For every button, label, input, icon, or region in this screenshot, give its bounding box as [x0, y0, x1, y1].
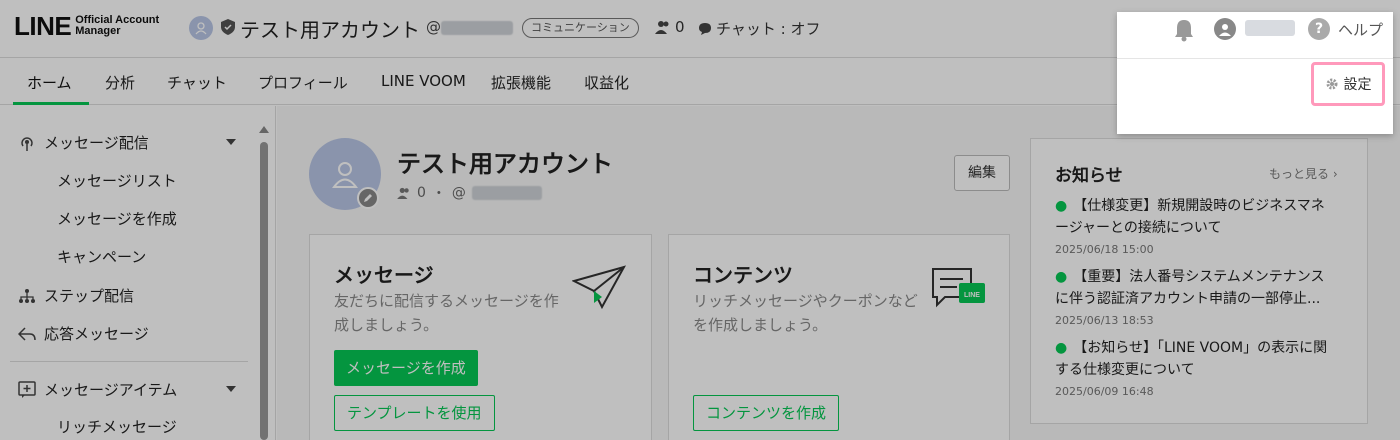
- help-link[interactable]: ? ヘルプ: [1308, 18, 1383, 40]
- reply-icon: [18, 326, 36, 341]
- news-item[interactable]: ● 【仕様変更】新規開設時のビジネスマネ ージャーとの接続について: [1055, 195, 1355, 239]
- news-item[interactable]: ● 【お知らせ】「LINE VOOM」の表示に関 する仕様変更について: [1055, 337, 1355, 381]
- broadcast-icon: [21, 136, 33, 151]
- news-title: お知らせ: [1055, 166, 1123, 186]
- popup-divider: [1117, 58, 1393, 59]
- card-description-line1: 友だちに配信するメッセージを作: [334, 292, 559, 310]
- edit-avatar-pencil-icon[interactable]: [357, 187, 379, 209]
- message-card: メッセージ 友だちに配信するメッセージを作 成しましょう。 メッセージを作成 テ…: [309, 234, 652, 440]
- settings-button[interactable]: 設定: [1311, 62, 1385, 106]
- bell-icon[interactable]: [1173, 18, 1195, 42]
- line-oa-logo[interactable]: LINE Official Account Manager: [14, 13, 175, 39]
- card-title: メッセージ: [334, 263, 434, 287]
- account-name[interactable]: テスト用アカウント: [240, 14, 420, 43]
- chat-content-icon: LINE: [932, 268, 985, 308]
- account-avatar-icon[interactable]: [189, 16, 213, 40]
- friend-count: 0: [655, 18, 685, 36]
- plan-badge: コミュニケーション: [522, 18, 639, 38]
- news-date: 2025/06/13 18:53: [1055, 314, 1154, 327]
- edit-profile-button[interactable]: 編集: [954, 155, 1010, 191]
- card-title: コンテンツ: [693, 263, 793, 287]
- svg-text:LINE: LINE: [964, 292, 980, 299]
- sidebar-item-message-list[interactable]: メッセージリスト: [57, 170, 177, 191]
- sidebar-item-create-message[interactable]: メッセージを作成: [57, 208, 177, 229]
- logo-subtitle: Official Account Manager: [75, 14, 160, 37]
- user-avatar-icon[interactable]: [1214, 18, 1236, 40]
- card-description-line1: リッチメッセージやクーポンなど: [693, 292, 918, 310]
- card-description-line2: 成しましょう。: [334, 316, 439, 334]
- sidebar-item-rich-message[interactable]: リッチメッセージ: [57, 416, 177, 437]
- tab-analytics[interactable]: 分析: [105, 72, 135, 93]
- user-silhouette-icon: [332, 162, 358, 188]
- news-date: 2025/06/18 15:00: [1055, 243, 1154, 256]
- sidebar-item-step-delivery[interactable]: ステップ配信: [18, 285, 134, 306]
- content-card: コンテンツ リッチメッセージやクーポンなど を作成しましょう。 LINE コンテ…: [668, 234, 1010, 440]
- tab-home[interactable]: ホーム: [27, 72, 72, 93]
- sidebar-item-auto-response[interactable]: 応答メッセージ: [18, 323, 149, 344]
- help-icon: ?: [1308, 18, 1330, 40]
- tab-line-voom[interactable]: LINE VOOM: [381, 72, 466, 90]
- add-message-icon: [18, 380, 36, 398]
- profile-meta: 0 ・ @: [397, 183, 542, 203]
- shield-icon: [221, 19, 235, 35]
- header-dropdown-popup: ? ヘルプ 設定: [1117, 12, 1393, 134]
- chevron-right-icon: ›: [1332, 167, 1338, 181]
- news-panel: お知らせ もっと見る › ● 【仕様変更】新規開設時のビジネスマネ ージャーとの接続…: [1030, 138, 1368, 424]
- chevron-down-icon[interactable]: [226, 139, 236, 145]
- people-icon: [397, 187, 409, 199]
- active-tab-indicator: [13, 102, 89, 105]
- logo-line-text: LINE: [14, 11, 72, 41]
- chat-status[interactable]: チャット : オフ: [698, 18, 820, 39]
- hierarchy-icon: [19, 288, 35, 303]
- paper-plane-icon: [572, 265, 627, 310]
- news-item[interactable]: ● 【重要】法人番号システムメンテナンス に伴う認証済アカウント申請の一部停止...: [1055, 266, 1355, 310]
- account-id: @: [426, 18, 513, 36]
- news-date: 2025/06/09 16:48: [1055, 385, 1154, 398]
- see-more-link[interactable]: もっと見る ›: [1269, 165, 1338, 182]
- people-icon: [655, 21, 669, 34]
- scroll-up-arrow-icon[interactable]: [259, 126, 269, 133]
- sidebar: メッセージ配信 メッセージリスト メッセージを作成 キャンペーン ステップ配信 …: [0, 106, 276, 440]
- sidebar-item-message-delivery[interactable]: メッセージ配信: [18, 132, 149, 153]
- user-name[interactable]: [1245, 20, 1295, 36]
- chat-bubble-icon: [699, 22, 711, 35]
- gear-icon: [1326, 78, 1337, 90]
- tab-extensions[interactable]: 拡張機能: [491, 72, 551, 93]
- chevron-down-icon[interactable]: [226, 386, 236, 392]
- card-description-line2: を作成しましょう。: [693, 316, 828, 334]
- sidebar-divider: [10, 361, 248, 362]
- tab-chat[interactable]: チャット: [167, 72, 227, 93]
- create-message-button[interactable]: メッセージを作成: [334, 350, 478, 386]
- tab-monetization[interactable]: 収益化: [584, 72, 629, 93]
- sidebar-item-message-items[interactable]: メッセージアイテム: [18, 379, 177, 400]
- profile-name: テスト用アカウント: [397, 150, 613, 178]
- tab-profile[interactable]: プロフィール: [258, 72, 348, 93]
- use-template-button[interactable]: テンプレートを使用: [334, 395, 495, 431]
- sidebar-item-campaign[interactable]: キャンペーン: [57, 246, 146, 267]
- sidebar-scrollbar[interactable]: [260, 142, 268, 440]
- create-content-button[interactable]: コンテンツを作成: [693, 395, 840, 431]
